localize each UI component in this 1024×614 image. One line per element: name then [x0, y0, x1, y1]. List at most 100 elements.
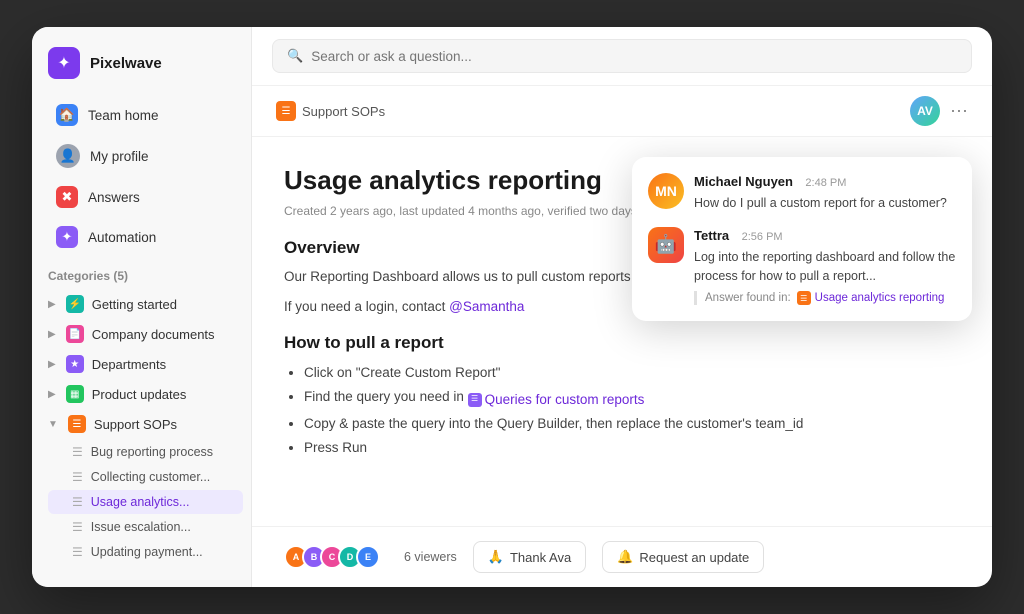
search-input[interactable] [311, 49, 957, 64]
top-bar: 🔍 [252, 27, 992, 86]
sidebar-item-label: My profile [90, 149, 149, 164]
answers-icon: ✖ [56, 186, 78, 208]
thank-label: Thank Ava [510, 550, 571, 565]
contact-link[interactable]: @Samantha [449, 299, 524, 314]
steps-list: Click on "Create Custom Report" Find the… [284, 361, 960, 460]
viewers-count: 6 viewers [404, 550, 457, 564]
chevron-down-icon: ▼ [48, 419, 58, 430]
chat-time-2: 2:56 PM [742, 231, 783, 243]
doc-icon: ☰ [72, 445, 83, 459]
step-2: Find the query you need in ☰ Queries for… [304, 385, 960, 411]
chat-popup: MN Michael Nguyen 2:48 PM How do I pull … [632, 157, 972, 321]
viewer-avatar: E [356, 545, 380, 569]
user-avatar: AV [910, 96, 940, 126]
sidebar: ✦ Pixelwave 🏠 Team home 👤 My profile ✖ A… [32, 27, 252, 587]
main-content: 🔍 ☰ Support SOPs AV ⋯ Usage analytics re [252, 27, 992, 587]
sidebar-item-label: Answers [88, 190, 140, 205]
chat-name-1: Michael Nguyen [694, 174, 793, 189]
category-label: Departments [92, 357, 166, 372]
chat-message-2: 🤖 Tettra 2:56 PM Log into the reporting … [648, 227, 956, 306]
categories-header: Categories (5) [32, 257, 251, 289]
category-product-updates[interactable]: ▶ ▦ Product updates [32, 379, 251, 409]
sub-items-list: ☰ Bug reporting process ☰ Collecting cus… [32, 439, 251, 565]
chat-source-label: Answer found in: [705, 292, 791, 304]
support-sops-icon: ☰ [68, 415, 86, 433]
chevron-right-icon: ▶ [48, 299, 56, 310]
chat-text-2: Log into the reporting dashboard and fol… [694, 248, 956, 286]
breadcrumb: ☰ Support SOPs [276, 101, 385, 121]
doc-inline-icon: ☰ [468, 393, 482, 407]
sub-item-bug-reporting[interactable]: ☰ Bug reporting process [48, 440, 243, 464]
chevron-right-icon: ▶ [48, 329, 56, 340]
chat-body-2: Tettra 2:56 PM Log into the reporting da… [694, 227, 956, 306]
chat-avatar-user1: MN [648, 173, 684, 209]
team-home-icon: 🏠 [56, 104, 78, 126]
sub-item-label: Issue escalation... [91, 520, 191, 534]
chat-source: Answer found in: ☰ Usage analytics repor… [694, 291, 956, 305]
article-footer: A B C D E 6 viewers 🙏 Thank Ava 🔔 Reques… [252, 526, 992, 587]
how-to-heading: How to pull a report [284, 333, 960, 353]
breadcrumb-actions: AV ⋯ [910, 96, 968, 126]
more-options-button[interactable]: ⋯ [950, 101, 968, 122]
chat-avatar-bot: 🤖 [648, 227, 684, 263]
chat-name-2: Tettra [694, 228, 729, 243]
doc-icon: ☰ [72, 470, 83, 484]
category-support-sops[interactable]: ▼ ☰ Support SOPs [32, 409, 251, 439]
step-3: Copy & paste the query into the Query Bu… [304, 412, 960, 436]
sub-item-collecting-customer[interactable]: ☰ Collecting customer... [48, 465, 243, 489]
app-logo: ✦ [48, 47, 80, 79]
departments-icon: ★ [66, 355, 84, 373]
request-update-button[interactable]: 🔔 Request an update [602, 541, 764, 573]
sub-item-label: Collecting customer... [91, 470, 211, 484]
logo-area: ✦ Pixelwave [32, 43, 251, 95]
sub-item-label: Updating payment... [91, 545, 203, 559]
chat-source-link[interactable]: ☰ Usage analytics reporting [797, 291, 945, 305]
step-1: Click on "Create Custom Report" [304, 361, 960, 385]
article-area: Usage analytics reporting Created 2 year… [252, 137, 992, 526]
category-label: Product updates [92, 387, 187, 402]
category-departments[interactable]: ▶ ★ Departments [32, 349, 251, 379]
chevron-right-icon: ▶ [48, 359, 56, 370]
category-company-documents[interactable]: ▶ 📄 Company documents [32, 319, 251, 349]
breadcrumb-icon: ☰ [276, 101, 296, 121]
automation-icon: ✦ [56, 226, 78, 248]
sub-item-issue-escalation[interactable]: ☰ Issue escalation... [48, 515, 243, 539]
sidebar-item-my-profile[interactable]: 👤 My profile [40, 136, 243, 176]
category-label: Company documents [92, 327, 215, 342]
chat-text-1: How do I pull a custom report for a cust… [694, 194, 956, 213]
category-getting-started[interactable]: ▶ ⚡ Getting started [32, 289, 251, 319]
thank-ava-button[interactable]: 🙏 Thank Ava [473, 541, 586, 573]
sidebar-item-team-home[interactable]: 🏠 Team home [40, 96, 243, 134]
doc-icon: ☰ [72, 520, 83, 534]
breadcrumb-title: Support SOPs [302, 104, 385, 119]
sub-item-usage-analytics[interactable]: ☰ Usage analytics... [48, 490, 243, 514]
step-4: Press Run [304, 436, 960, 460]
request-label: Request an update [639, 550, 749, 565]
category-label: Getting started [92, 297, 177, 312]
getting-started-icon: ⚡ [66, 295, 84, 313]
my-profile-icon: 👤 [56, 144, 80, 168]
doc-icon: ☰ [72, 495, 83, 509]
chevron-right-icon: ▶ [48, 389, 56, 400]
search-box[interactable]: 🔍 [272, 39, 972, 73]
sub-item-label: Bug reporting process [91, 445, 213, 459]
sub-item-updating-payment[interactable]: ☰ Updating payment... [48, 540, 243, 564]
chat-time-1: 2:48 PM [805, 177, 846, 189]
doc-icon: ☰ [72, 545, 83, 559]
sidebar-item-answers[interactable]: ✖ Answers [40, 178, 243, 216]
viewers-avatars: A B C D E [284, 545, 380, 569]
bell-icon: 🔔 [617, 549, 633, 565]
sidebar-item-label: Automation [88, 230, 156, 245]
chat-body-1: Michael Nguyen 2:48 PM How do I pull a c… [694, 173, 956, 213]
sidebar-item-automation[interactable]: ✦ Automation [40, 218, 243, 256]
queries-link[interactable]: ☰ Queries for custom reports [468, 388, 645, 412]
thank-icon: 🙏 [488, 549, 504, 565]
sidebar-item-label: Team home [88, 108, 159, 123]
chat-message-1: MN Michael Nguyen 2:48 PM How do I pull … [648, 173, 956, 213]
app-name: Pixelwave [90, 55, 162, 72]
search-icon: 🔍 [287, 48, 303, 64]
product-updates-icon: ▦ [66, 385, 84, 403]
breadcrumb-bar: ☰ Support SOPs AV ⋯ [252, 86, 992, 137]
sub-item-label: Usage analytics... [91, 495, 190, 509]
company-documents-icon: 📄 [66, 325, 84, 343]
